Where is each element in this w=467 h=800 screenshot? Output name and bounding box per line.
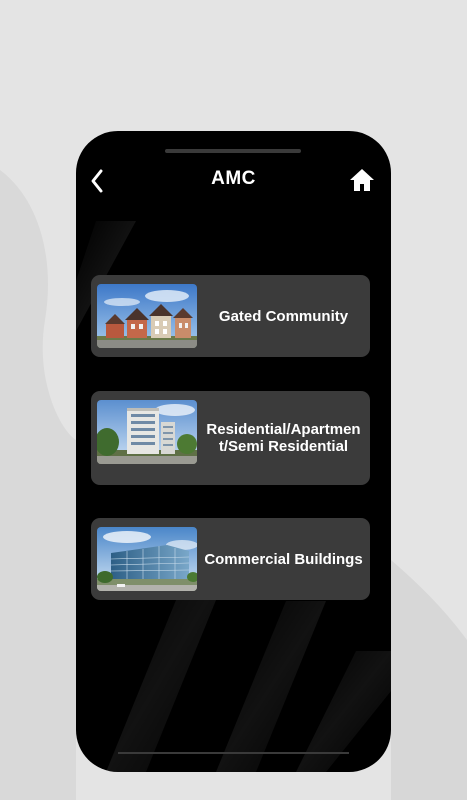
category-card-gated-community[interactable]: Gated Community [91,275,370,357]
phone-speaker [165,149,301,153]
phone-frame: AMC Gated Community Residential/Apartmen… [76,131,391,772]
category-label: Residential/Apartment/Semi Residential [206,421,361,455]
home-icon [350,169,374,191]
apartment-building-photo [97,400,197,464]
glass-office-building-photo [97,527,197,591]
page-title: AMC [211,168,256,189]
app-header: AMC [76,161,391,201]
townhouse-row-photo [97,284,197,348]
home-button[interactable] [349,167,375,193]
category-label: Gated Community [218,307,349,325]
category-card-residential[interactable]: Residential/Apartment/Semi Residential [91,391,370,485]
category-card-commercial-buildings[interactable]: Commercial Buildings [91,518,370,600]
home-indicator [118,752,349,754]
category-label: Commercial Buildings [204,550,363,568]
